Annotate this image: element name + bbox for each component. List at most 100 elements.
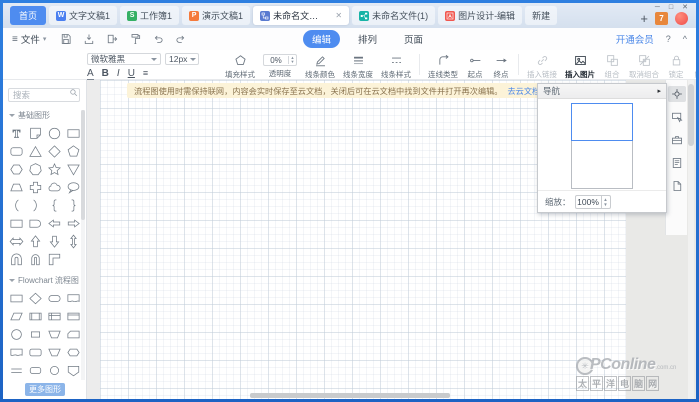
save-icon[interactable] — [60, 33, 72, 45]
shape-alternate-process[interactable] — [26, 343, 45, 361]
minimize-button[interactable]: ─ — [655, 4, 660, 12]
shape-arrow-up[interactable] — [26, 232, 45, 250]
document-tab[interactable]: P 演示文稿1 — [182, 6, 251, 25]
shape-diamond[interactable] — [45, 142, 64, 160]
shape-arch[interactable] — [7, 250, 26, 268]
shape-cross[interactable] — [26, 178, 45, 196]
shape-heptagon[interactable] — [26, 160, 45, 178]
horizontal-scrollbar[interactable] — [250, 393, 450, 398]
document-tab[interactable]: W 文字文稿1 — [49, 6, 118, 25]
end-point-button[interactable]: 终点 — [488, 50, 514, 79]
redo-icon[interactable] — [175, 33, 187, 45]
shape-cloud[interactable] — [45, 178, 64, 196]
home-tab[interactable]: 首页 — [10, 6, 47, 25]
file-menu[interactable]: ≡ 文件 ▾ — [12, 32, 46, 47]
shape-sticky-note[interactable] — [26, 124, 45, 142]
shape-paren-left[interactable] — [7, 196, 26, 214]
help-icon[interactable]: ? — [666, 34, 671, 44]
shape-inverted-trapezoid[interactable] — [45, 343, 64, 361]
line-color-button[interactable]: 线条颜色 — [301, 50, 339, 79]
mode-tab[interactable]: 编辑 — [303, 30, 341, 48]
text-style-≡[interactable]: ≡ — [143, 68, 148, 78]
maximize-button[interactable]: □ — [669, 4, 673, 12]
user-avatar[interactable] — [675, 12, 688, 25]
import-icon[interactable] — [83, 33, 95, 45]
document-tab[interactable]: S 工作簿1 — [120, 6, 180, 25]
tab-close-icon[interactable]: ✕ — [335, 11, 342, 20]
document-tab[interactable]: 未命名文件(1) — [352, 6, 436, 25]
opacity-stepper[interactable]: 0% ▲ ▼ — [263, 54, 297, 66]
shape-triangle[interactable] — [26, 142, 45, 160]
shape-internal-storage[interactable] — [45, 307, 64, 325]
new-tab-button[interactable]: + — [640, 12, 648, 25]
shape-paren-right[interactable] — [26, 196, 45, 214]
shape-rounded-process[interactable] — [26, 361, 45, 379]
font-size-select[interactable]: 12px — [165, 53, 199, 65]
shape-brace-left[interactable] — [45, 196, 64, 214]
start-point-button[interactable]: 起点 — [462, 50, 488, 79]
member-link[interactable]: 开通会员 — [616, 32, 654, 46]
opacity-button[interactable]: 0% ▲ ▼ 透明度 — [259, 50, 301, 79]
document-tab[interactable]: 未命名文件(3) ✕ — [253, 6, 350, 25]
shape-trapezoid[interactable] — [7, 178, 26, 196]
shape-data[interactable] — [7, 307, 26, 325]
shape-rounded-rectangle[interactable] — [7, 142, 26, 160]
doc-lines-icon[interactable] — [668, 155, 686, 171]
font-family-select[interactable]: 微软雅黑 — [87, 53, 161, 65]
sidebar-scrollbar[interactable] — [81, 110, 85, 380]
text-style-b[interactable]: B — [102, 68, 109, 79]
shape-predefined-process[interactable] — [26, 307, 45, 325]
export-icon[interactable] — [106, 33, 118, 45]
section-header[interactable]: 基础图形 — [9, 110, 86, 121]
shape-half-round[interactable] — [26, 214, 45, 232]
format-painter-icon[interactable] — [129, 33, 141, 45]
shape-arrow-double[interactable] — [7, 232, 26, 250]
shape-multi-document[interactable] — [7, 343, 26, 361]
shape-text[interactable]: T — [7, 124, 26, 142]
pin-icon[interactable]: ▸ — [657, 87, 661, 95]
toolbox-icon[interactable] — [668, 132, 686, 148]
section-header[interactable]: Flowchart 流程图 — [9, 275, 86, 286]
fill-button[interactable]: 填充样式 — [221, 50, 259, 79]
shape-arrow-down[interactable] — [45, 232, 64, 250]
image-button[interactable]: 插入图片 — [561, 50, 599, 79]
zoom-stepper[interactable]: 100% ▲ ▼ — [574, 194, 611, 209]
close-button[interactable]: ✕ — [682, 4, 688, 12]
shape-arch-narrow[interactable] — [26, 250, 45, 268]
connector-button[interactable]: 连线类型 — [424, 50, 462, 79]
shape-arrow-left[interactable] — [45, 214, 64, 232]
shape-process-small[interactable] — [26, 325, 45, 343]
shape-connector[interactable] — [7, 325, 26, 343]
undo-icon[interactable] — [152, 33, 164, 45]
line-style-button[interactable]: 线条样式 — [377, 50, 415, 79]
shape-hexagon[interactable] — [7, 160, 26, 178]
shape-process[interactable] — [7, 289, 26, 307]
shape-terminator[interactable] — [45, 289, 64, 307]
navigator-viewport[interactable] — [571, 103, 633, 141]
navigator-preview[interactable] — [571, 103, 633, 189]
shape-divider[interactable] — [7, 361, 26, 379]
text-style-i[interactable]: I — [117, 68, 120, 79]
document-tab[interactable]: 新建 — [525, 6, 558, 25]
shape-corner[interactable] — [45, 250, 64, 268]
shape-decision[interactable] — [26, 289, 45, 307]
shape-circle-connector[interactable] — [45, 361, 64, 379]
vertical-scrollbar[interactable] — [688, 80, 694, 399]
zoom-spinner-arrows[interactable]: ▲ ▼ — [600, 195, 610, 208]
line-width-button[interactable]: 线条宽度 — [339, 50, 377, 79]
mode-tab[interactable]: 排列 — [349, 30, 386, 48]
document-tab[interactable]: 图片设计-编辑 — [438, 6, 523, 25]
more-shapes-button[interactable]: 更多图形 — [25, 383, 65, 396]
blank-page-icon[interactable] — [668, 178, 686, 194]
shape-manual-operation[interactable] — [45, 325, 64, 343]
shape-ellipse[interactable] — [45, 124, 64, 142]
go-to-cloud-link[interactable]: 去云文档 — [507, 85, 540, 97]
text-style-u[interactable]: U — [128, 68, 135, 79]
pointer-panel-icon[interactable] — [668, 109, 686, 125]
notification-badge[interactable]: 7 — [655, 12, 668, 25]
shape-plain-card[interactable] — [7, 214, 26, 232]
mode-tab[interactable]: 页面 — [395, 30, 432, 48]
navigation-icon[interactable] — [667, 86, 686, 102]
collapse-ribbon-icon[interactable]: ^ — [683, 34, 687, 44]
shape-star[interactable] — [45, 160, 64, 178]
